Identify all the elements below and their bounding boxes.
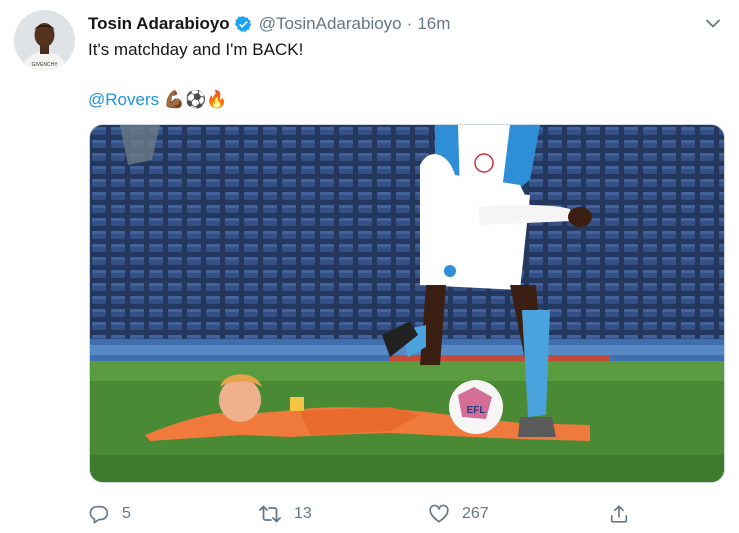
- retweet-count: 13: [294, 505, 312, 522]
- author-avatar[interactable]: GIVENCHY: [14, 10, 75, 71]
- reply-count: 5: [122, 505, 131, 522]
- like-count: 267: [462, 505, 489, 522]
- tweet-header: Tosin Adarabioyo @TosinAdarabioyo · 16m: [88, 11, 725, 37]
- chevron-down-icon[interactable]: [703, 13, 723, 33]
- share-button[interactable]: [608, 503, 630, 525]
- avatar-image: GIVENCHY: [14, 10, 75, 71]
- verified-badge-icon: [234, 15, 253, 34]
- share-icon: [610, 505, 628, 523]
- mention-link[interactable]: @Rovers: [88, 90, 159, 109]
- like-button[interactable]: 267: [428, 503, 608, 525]
- author-handle[interactable]: @TosinAdarabioyo: [259, 13, 402, 35]
- football-photo: EFL: [90, 125, 724, 482]
- ball-text: EFL: [467, 405, 486, 416]
- tweet-timestamp[interactable]: 16m: [417, 13, 450, 35]
- heart-icon: [429, 504, 449, 523]
- reply-icon: [89, 505, 109, 524]
- separator-dot: ·: [406, 14, 413, 33]
- tweet-text-line-mention: @Rovers 💪🏾⚽🔥: [88, 89, 708, 111]
- tweet-photo[interactable]: EFL: [89, 124, 725, 483]
- tweet-text: It's matchday and I'm BACK! @Rovers 💪🏾⚽🔥: [88, 39, 708, 111]
- retweet-icon: [259, 505, 281, 523]
- author-name[interactable]: Tosin Adarabioyo: [88, 13, 230, 35]
- retweet-button[interactable]: 13: [258, 503, 428, 525]
- tweet-actions: 5 13 267: [88, 501, 648, 527]
- reply-button[interactable]: 5: [88, 503, 258, 525]
- avatar-shirt-text: GIVENCHY: [31, 62, 58, 68]
- emoji-group: 💪🏾⚽🔥: [163, 90, 228, 109]
- tweet-text-line: It's matchday and I'm BACK!: [88, 40, 304, 59]
